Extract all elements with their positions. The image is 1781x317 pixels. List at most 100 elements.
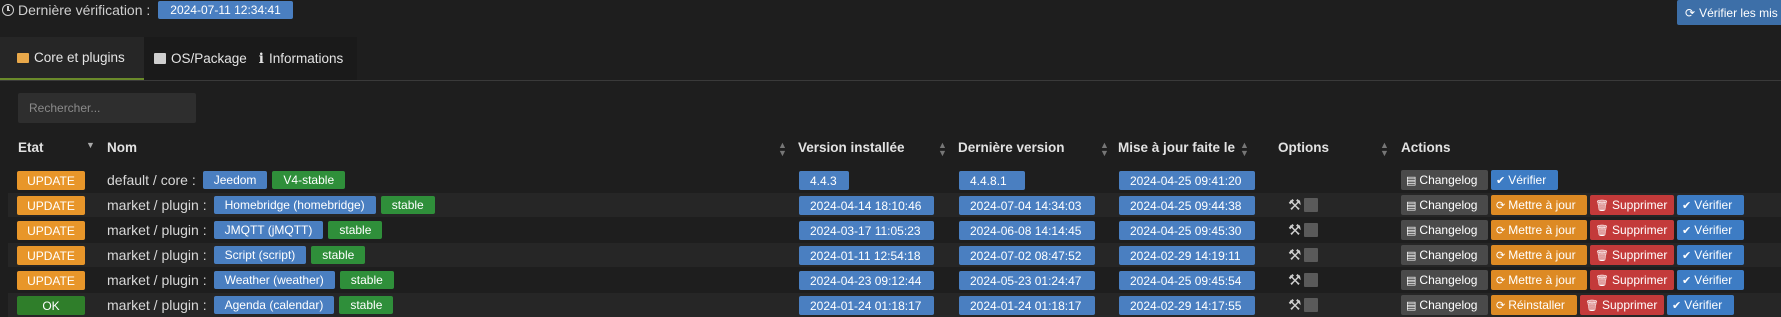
wrench-icon[interactable]: ⚒ xyxy=(1288,221,1301,239)
options-cell: ⚒ xyxy=(1288,295,1319,315)
header-etat[interactable]: Etat xyxy=(18,140,44,158)
update-button[interactable]: ⟳ Mettre à jour xyxy=(1491,220,1587,240)
wrench-icon[interactable]: ⚒ xyxy=(1288,246,1301,264)
book-icon: ▤ xyxy=(1406,249,1417,262)
verify-button[interactable]: ✔ Vérifier xyxy=(1677,270,1744,290)
trash-icon: 🗑 xyxy=(1595,249,1609,262)
options-cell: ⚒ xyxy=(1288,195,1319,215)
verify-button[interactable]: ✔ Vérifier xyxy=(1677,245,1744,265)
header-version-installee[interactable]: Version installée xyxy=(798,140,905,158)
branch-badge: stable xyxy=(339,296,394,314)
sort-icon[interactable]: ▲ ▼ xyxy=(1240,141,1249,158)
status-badge: UPDATE xyxy=(17,221,85,240)
status-badge: UPDATE xyxy=(17,246,85,265)
search-input[interactable]: Rechercher... xyxy=(18,93,196,123)
update-date: 2024-04-25 09:41:20 xyxy=(1119,171,1255,190)
update-button[interactable]: ⟳ Mettre à jour xyxy=(1491,195,1587,215)
changelog-button[interactable]: ▤ Changelog xyxy=(1401,270,1488,290)
changelog-button[interactable]: ▤ Changelog xyxy=(1401,170,1488,190)
header-options[interactable]: Options xyxy=(1278,140,1329,158)
option-checkbox[interactable] xyxy=(1304,198,1319,212)
name-badge: Script (script) xyxy=(213,246,307,264)
book-icon: ▤ xyxy=(1406,199,1417,212)
header-mise-a-jour[interactable]: Mise à jour faite le xyxy=(1118,140,1235,158)
button-label: Mettre à jour xyxy=(1508,248,1576,262)
last-check-line: Dernière vérification : 2024-07-11 12:34… xyxy=(2,0,293,20)
wrench-icon[interactable]: ⚒ xyxy=(1288,271,1301,289)
trash-icon: 🗑 xyxy=(1595,199,1609,212)
changelog-button[interactable]: ▤ Changelog xyxy=(1401,245,1488,265)
sort-desc-icon[interactable]: ▼ xyxy=(86,141,95,150)
branch-badge: V4-stable xyxy=(272,171,346,189)
wrench-icon[interactable]: ⚒ xyxy=(1288,296,1301,314)
button-label: Vérifier xyxy=(1694,198,1733,212)
tab-os-package[interactable]: OS/Package xyxy=(144,37,257,80)
table-row: UPDATE market / plugin : Script (script)… xyxy=(8,243,1781,267)
verify-button[interactable]: ✔ Vérifier xyxy=(1677,220,1744,240)
verify-button[interactable]: ✔ Vérifier xyxy=(1491,170,1558,190)
delete-button[interactable]: 🗑 Supprimer xyxy=(1580,295,1664,315)
option-checkbox[interactable] xyxy=(1304,298,1319,312)
update-date: 2024-02-29 14:19:11 xyxy=(1119,246,1255,265)
last-check-value: 2024-07-11 12:34:41 xyxy=(158,1,293,19)
button-label: Mettre à jour xyxy=(1508,198,1576,212)
reinstall-button[interactable]: ⟳ Réinstaller xyxy=(1491,295,1577,315)
type-label: market / plugin : xyxy=(107,272,207,288)
name-cell: market / plugin : Script (script) stable xyxy=(107,245,366,265)
refresh-icon: ⟳ xyxy=(1496,274,1506,287)
tab-informations[interactable]: i Informations xyxy=(257,37,353,80)
name-badge: Agenda (calendar) xyxy=(213,296,335,314)
check-icon: ✔ xyxy=(1682,249,1692,262)
delete-button[interactable]: 🗑 Supprimer xyxy=(1590,245,1674,265)
installed-version: 2024-01-24 01:18:17 xyxy=(799,296,934,315)
delete-button[interactable]: 🗑 Supprimer xyxy=(1590,195,1674,215)
status-badge: OK xyxy=(17,296,85,315)
refresh-icon: ⟳ xyxy=(1496,249,1506,262)
changelog-button[interactable]: ▤ Changelog xyxy=(1401,195,1488,215)
changelog-button[interactable]: ▤ Changelog xyxy=(1401,295,1488,315)
installed-version: 4.4.3 xyxy=(799,171,849,190)
type-label: market / plugin : xyxy=(107,197,207,213)
verify-all-label: Vérifier les mis xyxy=(1699,5,1778,20)
refresh-icon: ⟳ xyxy=(1496,299,1506,312)
verify-button[interactable]: ✔ Vérifier xyxy=(1667,295,1734,315)
check-icon: ✔ xyxy=(1496,174,1506,187)
book-icon: ▤ xyxy=(1406,224,1417,237)
header-nom[interactable]: Nom xyxy=(107,140,137,158)
book-icon: ▤ xyxy=(1406,174,1417,187)
delete-button[interactable]: 🗑 Supprimer xyxy=(1590,220,1674,240)
changelog-button[interactable]: ▤ Changelog xyxy=(1401,220,1488,240)
sort-icon[interactable]: ▲ ▼ xyxy=(1380,141,1389,158)
button-label: Changelog xyxy=(1419,223,1478,237)
table-row: UPDATE market / plugin : Weather (weathe… xyxy=(8,268,1781,292)
header-derniere-version[interactable]: Dernière version xyxy=(958,140,1065,158)
tab-label: OS/Package xyxy=(171,51,247,66)
table-row: OK market / plugin : Agenda (calendar) s… xyxy=(8,293,1781,317)
update-button[interactable]: ⟳ Mettre à jour xyxy=(1491,270,1587,290)
option-checkbox[interactable] xyxy=(1304,223,1319,237)
update-button[interactable]: ⟳ Mettre à jour xyxy=(1491,245,1587,265)
option-checkbox[interactable] xyxy=(1304,273,1319,287)
name-cell: market / plugin : Weather (weather) stab… xyxy=(107,270,394,290)
option-checkbox[interactable] xyxy=(1304,248,1319,262)
latest-version: 2024-05-23 01:24:47 xyxy=(959,271,1095,290)
button-label: Vérifier xyxy=(1694,273,1733,287)
tab-label: Informations xyxy=(268,51,344,66)
installed-version: 2024-04-14 18:10:46 xyxy=(799,196,934,215)
verify-button[interactable]: ✔ Vérifier xyxy=(1677,195,1744,215)
sort-icon[interactable]: ▲ ▼ xyxy=(938,141,947,158)
latest-version: 4.4.8.1 xyxy=(959,171,1025,190)
name-badge: Weather (weather) xyxy=(213,271,335,289)
verify-all-button[interactable]: ⟳ Vérifier les mis xyxy=(1677,0,1781,25)
name-cell: default / core : Jeedom V4-stable xyxy=(107,170,346,190)
tab-list: Core et plugins OS/Package i Information… xyxy=(0,37,357,80)
branch-badge: stable xyxy=(328,221,383,239)
tab-core-plugins[interactable]: Core et plugins xyxy=(0,37,144,80)
sort-icon[interactable]: ▲ ▼ xyxy=(1100,141,1109,158)
refresh-icon: ⟳ xyxy=(1496,199,1506,212)
delete-button[interactable]: 🗑 Supprimer xyxy=(1590,270,1674,290)
sort-icon[interactable]: ▲ ▼ xyxy=(778,141,787,158)
wrench-icon[interactable]: ⚒ xyxy=(1288,196,1301,214)
name-badge: Homebridge (homebridge) xyxy=(213,196,376,214)
type-label: market / plugin : xyxy=(107,247,207,263)
